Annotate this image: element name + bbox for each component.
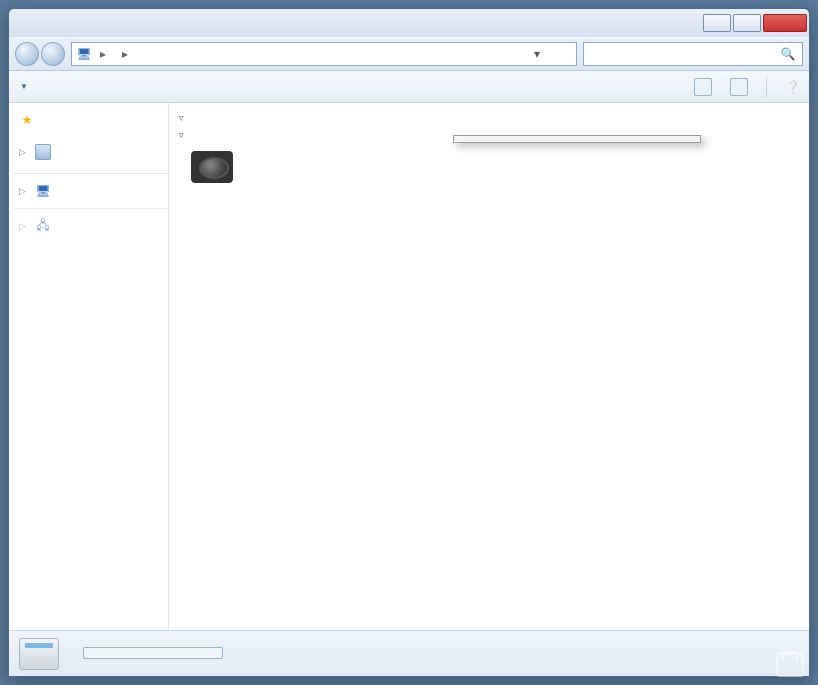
explorer-window: 🖥 ▸ ▸ ▾ 🔍 ▼ ❔ ★	[8, 8, 810, 677]
section-disks[interactable]: ▿	[179, 113, 799, 124]
search-icon: 🔍	[780, 46, 796, 62]
camera-icon	[191, 151, 233, 183]
sidebar-network[interactable]: ▷ 🖧	[13, 215, 168, 237]
crumb-separator: ▸	[98, 47, 108, 61]
titlebar	[9, 9, 809, 37]
network-item-ecap[interactable]	[191, 151, 243, 183]
computer-icon: 🖥	[35, 183, 51, 199]
nav-back-button[interactable]	[15, 42, 39, 66]
help-icon[interactable]: ❔	[785, 79, 801, 95]
minimize-button[interactable]	[703, 14, 731, 32]
chevron-icon: ▷	[19, 221, 29, 232]
navigation-pane[interactable]: ★ ▷ ▷ 🖥	[9, 103, 169, 630]
context-menu[interactable]	[453, 135, 701, 143]
sidebar-favorites-header[interactable]: ★	[13, 109, 168, 131]
preview-pane-button[interactable]	[730, 78, 748, 96]
status-used-bar	[83, 647, 223, 659]
sidebar-computer[interactable]: ▷ 🖥	[13, 180, 168, 202]
drive-icon	[19, 638, 59, 670]
nav-forward-button[interactable]	[41, 42, 65, 66]
network-icon: 🖧	[35, 218, 51, 234]
chevron-down-icon: ▷	[19, 147, 29, 158]
computer-icon: 🖥	[76, 46, 92, 62]
toolbar-divider	[766, 77, 767, 97]
maximize-button[interactable]	[733, 14, 761, 32]
star-icon: ★	[19, 112, 35, 128]
library-icon	[35, 144, 51, 160]
toolbar-organize[interactable]: ▼	[17, 82, 28, 91]
sidebar-libraries-header[interactable]: ▷	[13, 141, 168, 163]
status-bar	[9, 630, 809, 676]
address-bar[interactable]: 🖥 ▸ ▸ ▾	[71, 42, 577, 66]
content-pane[interactable]: ▿ ▿	[169, 103, 809, 630]
toolbar: ▼ ❔	[9, 71, 809, 103]
view-options-button[interactable]	[694, 78, 712, 96]
address-bar-row: 🖥 ▸ ▸ ▾ 🔍	[9, 37, 809, 71]
search-input[interactable]: 🔍	[583, 42, 803, 66]
address-dropdown[interactable]: ▾	[530, 47, 544, 61]
close-button[interactable]	[763, 14, 807, 32]
chevron-icon: ▷	[19, 186, 29, 197]
crumb-separator: ▸	[120, 47, 130, 61]
body-area: ★ ▷ ▷ 🖥	[9, 103, 809, 630]
